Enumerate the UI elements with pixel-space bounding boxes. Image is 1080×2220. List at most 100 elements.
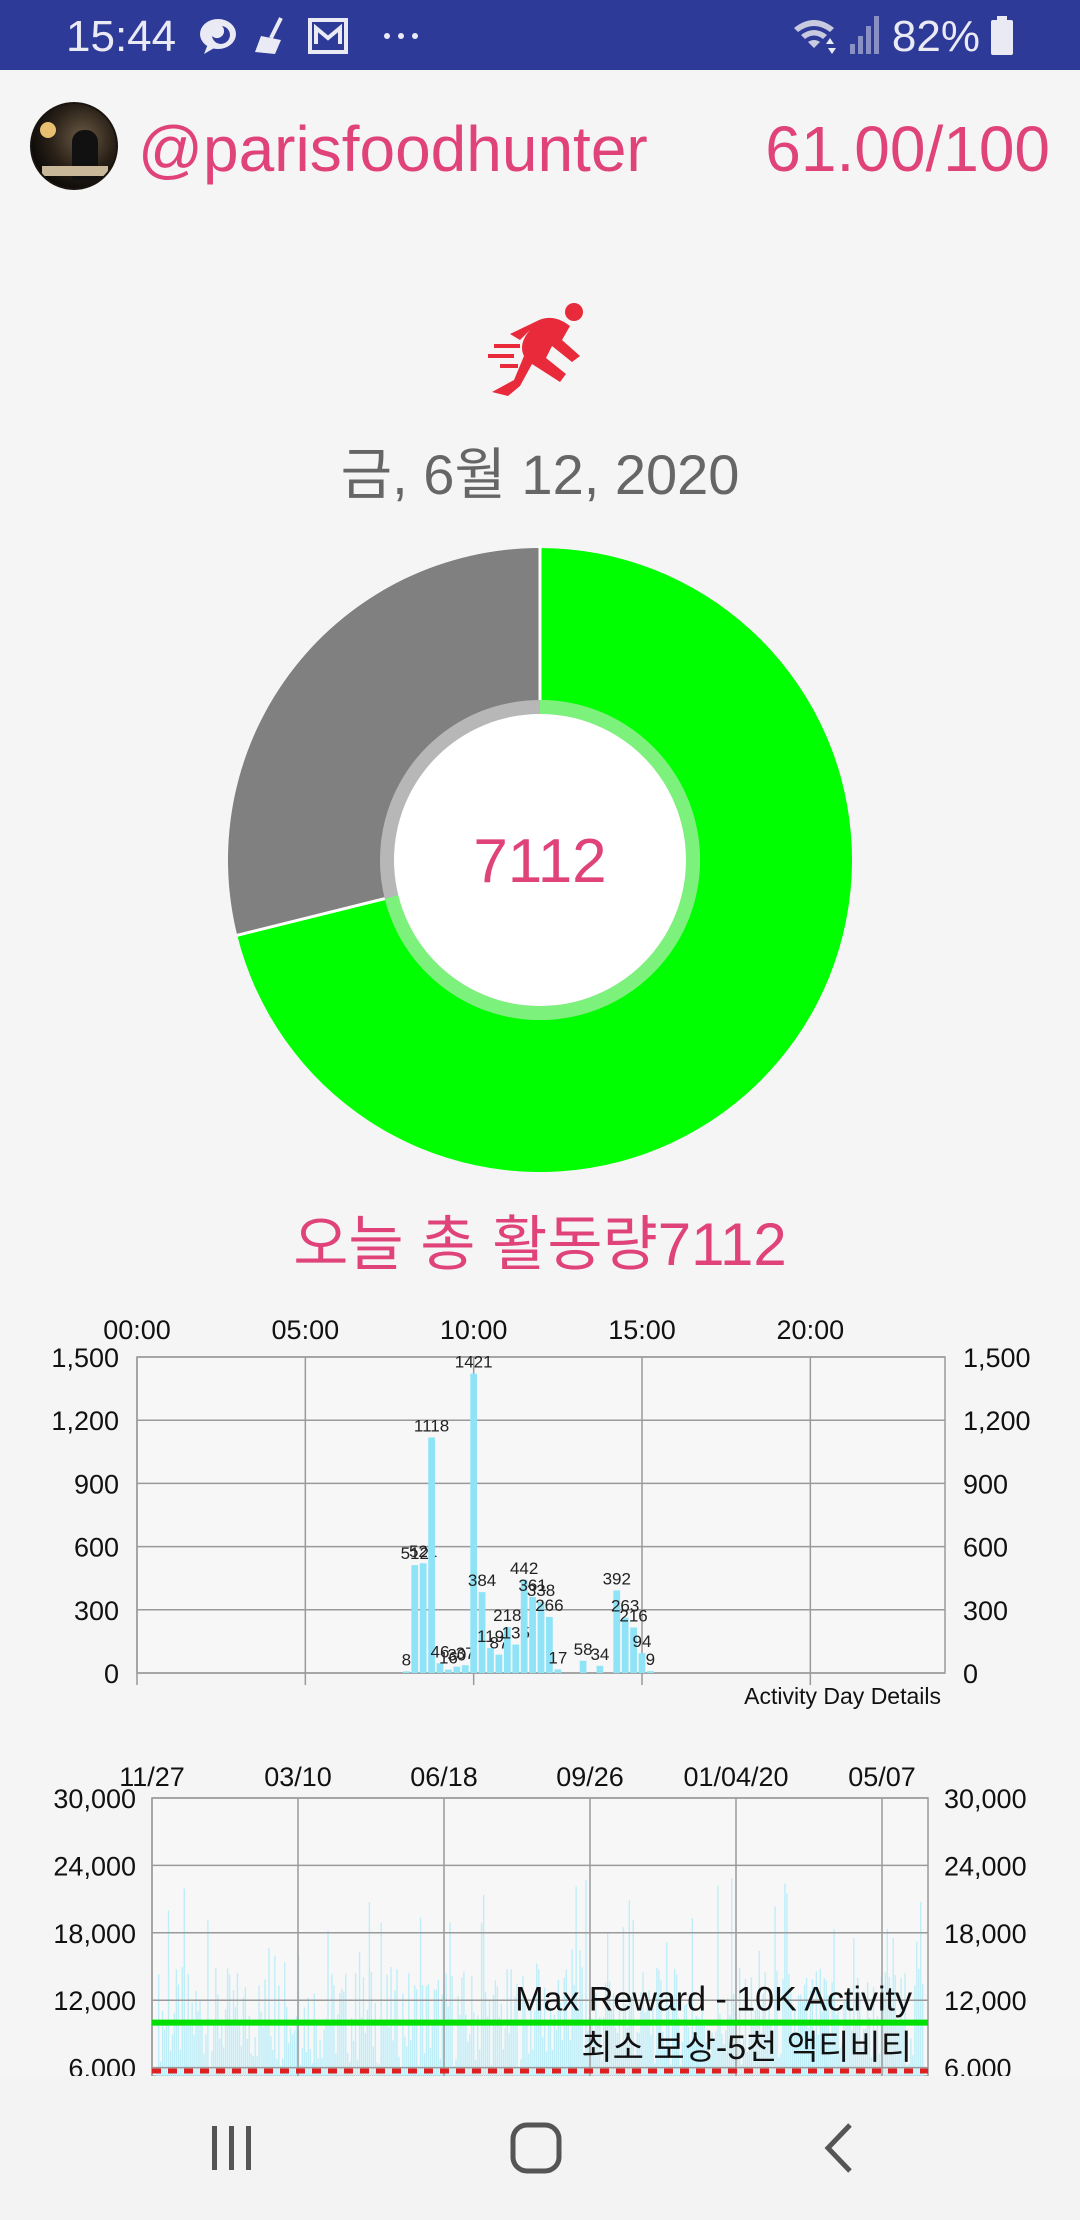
history-bar: [262, 2026, 264, 2076]
history-bar: [406, 2046, 408, 2076]
history-bar: [437, 1980, 439, 2076]
status-time: 15:44: [66, 12, 177, 61]
notification-icons: [200, 17, 418, 54]
y-tick-label-left: 600: [74, 1533, 119, 1563]
bar: [638, 1653, 646, 1673]
history-bar: [224, 2009, 227, 2076]
history-bar: [484, 1992, 487, 2076]
history-bar: [333, 1985, 335, 2076]
history-bar: [402, 1993, 404, 2076]
history-bar: [374, 2002, 376, 2076]
back-icon[interactable]: [822, 2122, 854, 2174]
bar-value-label: 1421: [455, 1353, 493, 1372]
history-bar: [199, 2000, 201, 2076]
battery-icon: [991, 16, 1013, 55]
history-bar: [372, 2046, 375, 2076]
history-bar: [211, 2051, 213, 2076]
x-tick-label: 15:00: [608, 1315, 676, 1345]
history-bar: [305, 2052, 308, 2076]
y-tick-label-right: 900: [963, 1469, 1008, 1499]
history-bar: [920, 1901, 922, 2076]
history-bar: [307, 1997, 310, 2076]
history-bar: [532, 2049, 534, 2076]
activity-day-chart[interactable]: 00:00 05:00 10:00 15:00 20:00 0 0 300 300 600 600 9…: [0, 1290, 1080, 1730]
history-bar: [323, 2029, 325, 2076]
y-tick-label-right: 6,000: [944, 2054, 1012, 2076]
score: 61.00/100: [765, 113, 1050, 185]
history-bar: [264, 1979, 266, 2076]
history-bar: [246, 2038, 248, 2076]
runner-icon: [488, 303, 583, 396]
y-tick-label-left: 1,200: [51, 1406, 119, 1436]
history-bar: [394, 1990, 396, 2076]
bar-value-label: 9: [646, 1650, 655, 1669]
history-bar: [179, 2049, 182, 2076]
more-dots-icon: [384, 33, 418, 39]
history-bar: [183, 1888, 185, 2076]
history-bar: [545, 2051, 548, 2076]
history-bar: [242, 1997, 245, 2076]
bar: [411, 1565, 419, 1673]
x-tick-label: 00:00: [103, 1315, 171, 1345]
limit-line-label: 최소 보상-5천 액티비티: [581, 2029, 912, 2067]
history-bar: [220, 2025, 223, 2076]
x-tick-label: 01/04/20: [683, 1762, 788, 1792]
home-icon[interactable]: [510, 2122, 562, 2174]
bar-value-label: 17: [548, 1648, 567, 1667]
history-bar: [449, 1922, 451, 2076]
history-bar: [343, 1991, 345, 2076]
history-bar: [285, 2007, 288, 2076]
history-bar: [232, 1989, 235, 2076]
navigation-bar: [0, 2076, 1080, 2220]
history-bar: [441, 1994, 443, 2076]
history-bar: [368, 1901, 371, 2076]
wifi-signal-icons: [794, 16, 879, 54]
bar-value-label: 1118: [414, 1416, 449, 1435]
history-bar: [435, 1989, 438, 2076]
history-bar: [471, 1975, 473, 2076]
y-tick-label-right: 30,000: [944, 1784, 1027, 1814]
x-tick-label: 06/18: [410, 1762, 478, 1792]
history-bar: [469, 2034, 471, 2076]
y-tick-label-right: 1,500: [963, 1343, 1031, 1373]
bar-value-label: 266: [535, 1596, 563, 1615]
history-bar: [313, 1993, 315, 2076]
date-label: 금, 6월 12, 2020: [340, 443, 740, 506]
history-bar: [922, 1983, 924, 2076]
mail-icon: [308, 18, 348, 54]
history-bar: [209, 2067, 211, 2076]
bar: [402, 1671, 410, 1673]
y-tick-label-left: 18,000: [53, 1919, 136, 1949]
history-bar: [425, 1985, 428, 2076]
limit-line-label: Max Reward - 10K Activity: [515, 1981, 912, 2019]
bar: [554, 1669, 562, 1673]
history-bar: [419, 1917, 422, 2076]
activity-history-chart[interactable]: 11/27 03/10 06/18 09/26 01/04/20 05/076,000 6,…: [0, 1738, 1080, 2076]
history-bar: [482, 1894, 485, 2076]
message-bubble-icon: [200, 19, 236, 54]
y-tick-label-right: 24,000: [944, 1851, 1027, 1881]
history-bar: [339, 1993, 341, 2076]
avatar[interactable]: [30, 102, 118, 190]
y-tick-label-left: 1,500: [51, 1343, 119, 1373]
history-bar: [309, 2048, 311, 2076]
donut-center-value: 7112: [473, 827, 607, 896]
history-bar: [217, 1994, 219, 2076]
x-tick-label: 20:00: [777, 1315, 845, 1345]
history-bar: [274, 1955, 276, 2076]
y-tick-label-right: 300: [963, 1596, 1008, 1626]
y-tick-label-left: 24,000: [53, 1851, 136, 1881]
y-tick-label-left: 12,000: [53, 1986, 136, 2016]
history-bar: [234, 2007, 237, 2076]
bar: [596, 1665, 604, 1673]
history-bar: [461, 1977, 463, 2076]
x-tick-label: 05:00: [272, 1315, 340, 1345]
y-tick-label-left: 30,000: [53, 1784, 136, 1814]
chart-description: Activity Day Details: [744, 1683, 941, 1709]
history-bar: [518, 2067, 520, 2076]
recent-apps-icon[interactable]: [208, 2124, 256, 2172]
bar-value-label: 34: [590, 1645, 609, 1664]
history-bar: [502, 2049, 504, 2076]
username: @parisfoodhunter: [138, 113, 648, 185]
y-tick-label-left: 900: [74, 1469, 119, 1499]
